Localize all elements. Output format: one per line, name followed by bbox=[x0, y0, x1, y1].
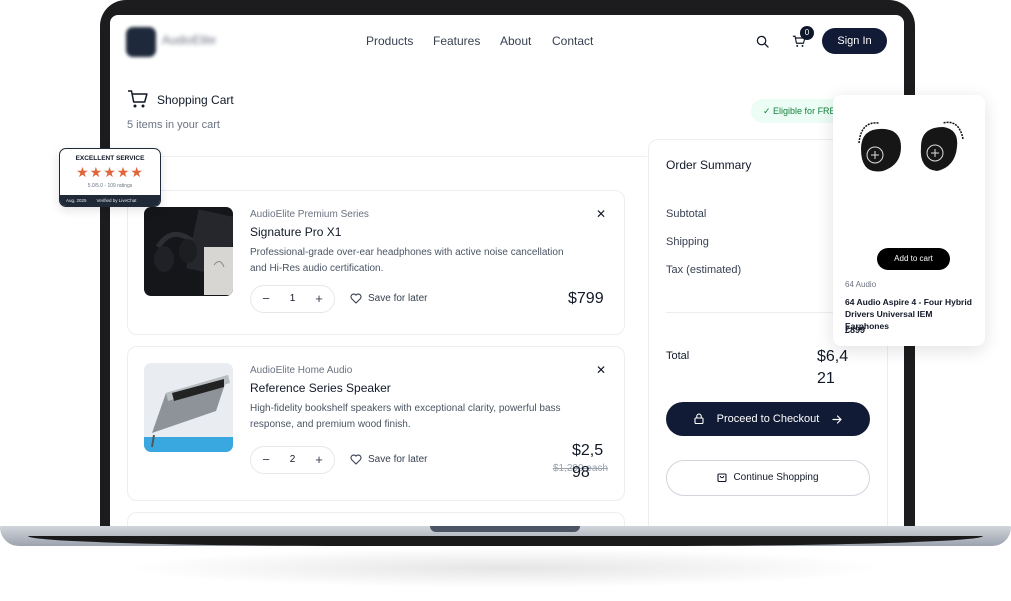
save-for-later-label: Save for later bbox=[368, 293, 428, 304]
nav-about[interactable]: About bbox=[500, 34, 531, 48]
total-value: $6,421 bbox=[817, 348, 849, 387]
order-summary-title: Order Summary bbox=[666, 158, 752, 172]
product-price: £899 bbox=[845, 325, 866, 335]
laptop-shadow bbox=[120, 548, 890, 588]
badge-verified: Verified by LiveChat bbox=[96, 198, 137, 203]
logo-text[interactable]: AudioElite bbox=[162, 33, 216, 47]
earphones-image bbox=[858, 121, 964, 172]
rating-text: 5.0/5.0 - 109 ratings bbox=[87, 183, 133, 189]
item-price: $799 bbox=[568, 290, 604, 307]
heart-icon bbox=[350, 454, 362, 465]
cart-item bbox=[127, 512, 625, 527]
nav-features[interactable]: Features bbox=[433, 34, 480, 48]
product-recommendation-card: Add to cart 64 Audio 64 Audio Aspire 4 -… bbox=[833, 95, 985, 346]
service-rating-badge: EXCELLENT SERVICE ★★★★★ 5.0/5.0 - 109 ra… bbox=[59, 148, 161, 207]
shopping-bag-icon bbox=[717, 473, 728, 483]
increase-quantity-button[interactable]: + bbox=[310, 451, 328, 469]
product-description: High-fidelity bookshelf speakers with ex… bbox=[250, 403, 561, 430]
nav-contact[interactable]: Contact bbox=[552, 34, 593, 48]
badge-date: Aug, 2025 bbox=[66, 198, 87, 203]
item-price: $2,598 bbox=[572, 442, 604, 481]
tax-label: Tax (estimated) bbox=[666, 264, 742, 276]
divider bbox=[127, 156, 647, 157]
product-brand: 64 Audio bbox=[845, 280, 877, 289]
shipping-label: Shipping bbox=[666, 236, 709, 248]
save-for-later-label: Save for later bbox=[368, 454, 428, 465]
arrow-right-icon bbox=[832, 415, 843, 424]
badge-title: EXCELLENT SERVICE bbox=[75, 155, 145, 162]
total-label: Total bbox=[666, 350, 690, 362]
nav-products[interactable]: Products bbox=[366, 34, 413, 48]
remove-item-button[interactable]: ✕ bbox=[596, 363, 606, 377]
remove-item-button[interactable]: ✕ bbox=[596, 207, 606, 221]
sign-in-button[interactable]: Sign In bbox=[822, 28, 887, 54]
lock-icon bbox=[694, 413, 704, 425]
badge-footer: Aug, 2025 Verified by LiveChat bbox=[60, 195, 160, 206]
continue-shopping-button[interactable]: Continue Shopping bbox=[666, 460, 870, 496]
quantity-stepper: − 1 + bbox=[250, 285, 335, 313]
shopping-cart-icon bbox=[128, 90, 148, 108]
laptop-notch bbox=[430, 526, 580, 532]
subtotal-label: Subtotal bbox=[666, 208, 707, 220]
product-description: Professional-grade over-ear headphones w… bbox=[250, 247, 564, 274]
add-to-cart-button[interactable]: Add to cart bbox=[877, 248, 950, 270]
product-series: AudioElite Home Audio bbox=[250, 365, 353, 376]
save-for-later-button[interactable]: Save for later bbox=[350, 293, 427, 304]
product-series: AudioElite Premium Series bbox=[250, 209, 369, 220]
heart-icon bbox=[350, 293, 362, 304]
search-icon[interactable] bbox=[756, 35, 769, 48]
logo-icon[interactable] bbox=[126, 27, 156, 57]
star-rating-icon: ★★★★★ bbox=[76, 164, 144, 180]
app-screen: AudioElite Products Features About Conta… bbox=[110, 15, 904, 527]
increase-quantity-button[interactable]: + bbox=[310, 290, 328, 308]
cart-count-badge: 0 bbox=[800, 26, 814, 40]
cart-item: AudioElite Premium Series Signature Pro … bbox=[127, 190, 625, 335]
product-image bbox=[144, 207, 233, 296]
quantity-stepper: − 2 + bbox=[250, 446, 335, 474]
product-image bbox=[144, 363, 233, 452]
save-for-later-button[interactable]: Save for later bbox=[350, 454, 427, 465]
page-title: Shopping Cart bbox=[157, 93, 234, 107]
cart-item-count: 5 items in your cart bbox=[127, 119, 220, 131]
product-name[interactable]: Reference Series Speaker bbox=[250, 381, 391, 395]
continue-shopping-label: Continue Shopping bbox=[733, 472, 819, 483]
cart-item: AudioElite Home Audio Reference Series S… bbox=[127, 346, 625, 501]
checkout-label: Proceed to Checkout bbox=[716, 413, 820, 425]
product-name[interactable]: Signature Pro X1 bbox=[250, 225, 341, 239]
proceed-to-checkout-button[interactable]: Proceed to Checkout bbox=[666, 402, 870, 436]
